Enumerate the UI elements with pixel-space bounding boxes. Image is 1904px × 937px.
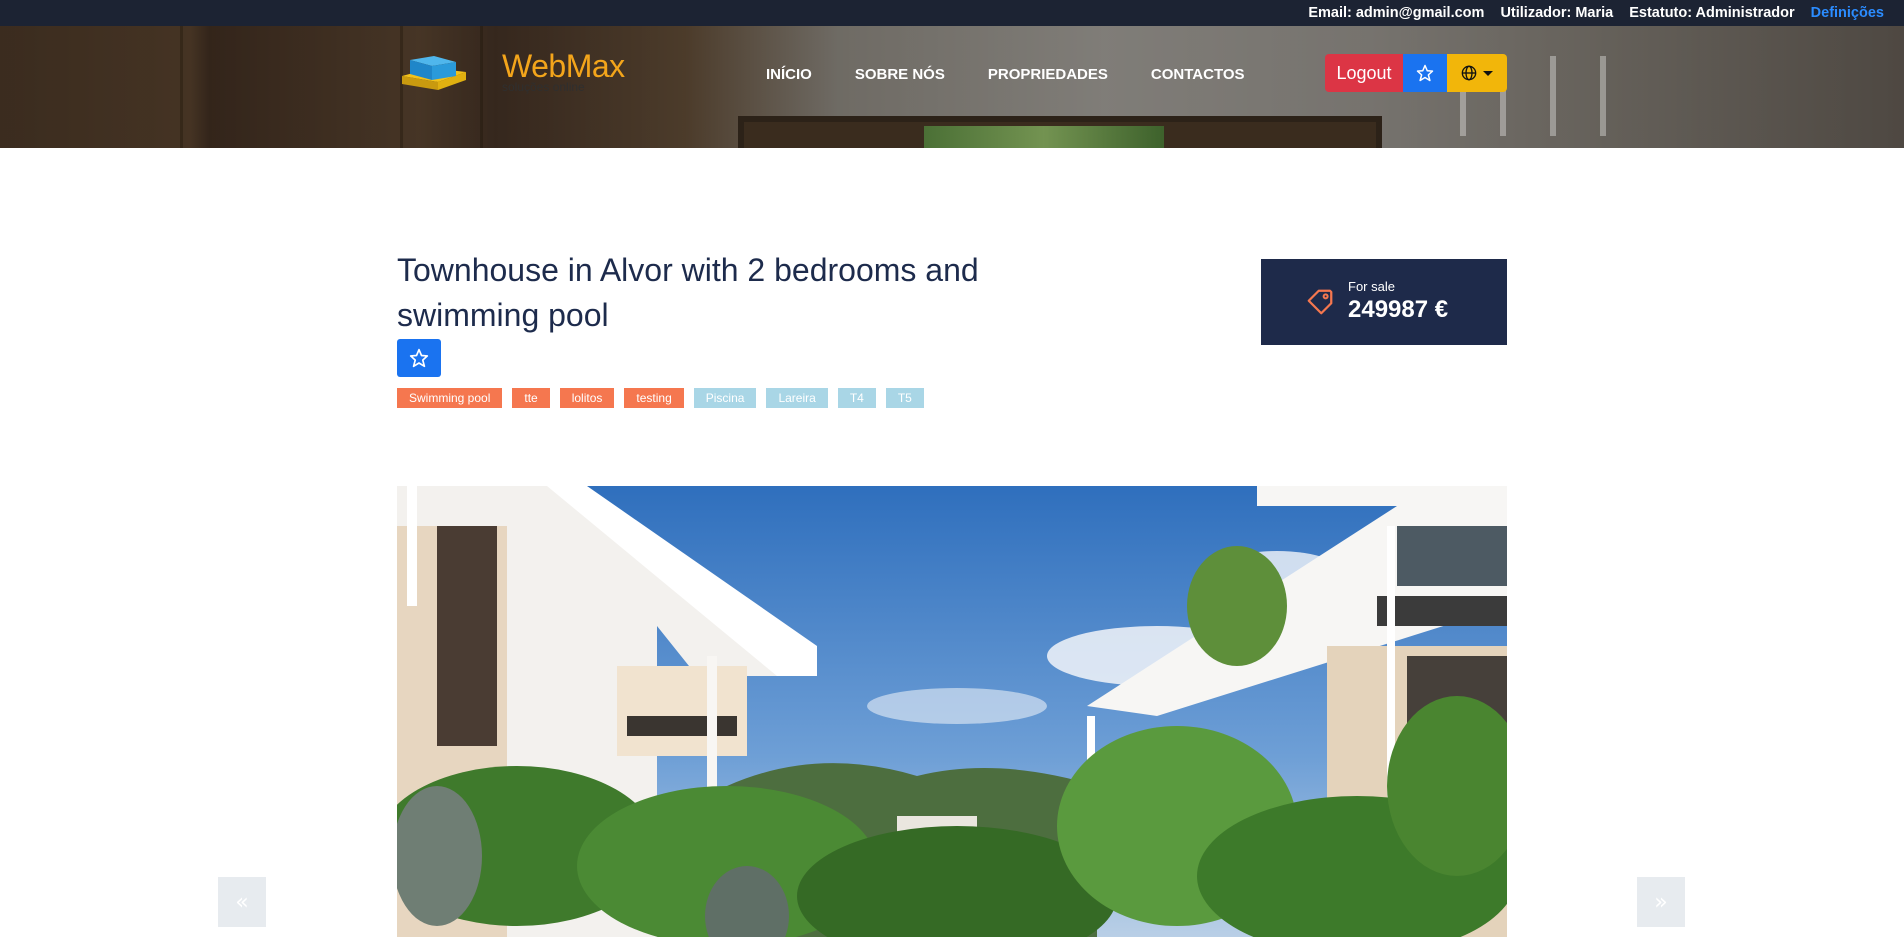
logo-tagline: soluções online [502, 80, 585, 94]
user-email: Email: admin@gmail.com [1308, 5, 1485, 21]
tag-lolitos[interactable]: lolitos [559, 388, 615, 408]
star-icon [409, 348, 429, 368]
property-photo [397, 486, 1507, 937]
chevron-down-icon [1483, 70, 1493, 76]
tag-lareira[interactable]: Lareira [766, 388, 828, 408]
nav-item-sobre-nos[interactable]: SOBRE NÓS [855, 66, 945, 83]
favorites-button[interactable] [1403, 54, 1447, 92]
tag-testing[interactable]: testing [624, 388, 684, 408]
price-status: For sale [1348, 279, 1395, 294]
top-info-bar: Email: admin@gmail.com Utilizador: Maria… [0, 0, 1904, 26]
carousel-next-button[interactable]: » [1637, 877, 1685, 927]
header-bg-detail [180, 26, 183, 148]
property-image [397, 486, 1507, 937]
language-dropdown-button[interactable] [1447, 54, 1507, 92]
site-header: WebMax soluções online INÍCIO SOBRE NÓS … [0, 26, 1904, 148]
main-nav: INÍCIO SOBRE NÓS PROPRIEDADES CONTACTOS [766, 66, 1245, 83]
add-favorite-button[interactable] [397, 339, 441, 377]
tag-t5[interactable]: T5 [885, 388, 924, 408]
tag-swimming-pool[interactable]: Swimming pool [397, 388, 503, 408]
tag-t4[interactable]: T4 [837, 388, 876, 408]
user-status: Estatuto: Administrador [1629, 5, 1795, 21]
tag-tte[interactable]: tte [512, 388, 550, 408]
star-icon [1416, 64, 1434, 82]
site-logo[interactable]: WebMax soluções online [398, 48, 625, 98]
property-title: Townhouse in Alvor with 2 bedrooms and s… [397, 252, 979, 333]
logo-cube-icon [402, 56, 466, 90]
header-bg-window [738, 116, 1382, 148]
tag-piscina[interactable]: Piscina [693, 388, 757, 408]
nav-item-contactos[interactable]: CONTACTOS [1151, 66, 1245, 83]
logout-button[interactable]: Logout [1325, 54, 1403, 92]
nav-item-propriedades[interactable]: PROPRIEDADES [988, 66, 1108, 83]
nav-item-inicio[interactable]: INÍCIO [766, 66, 812, 83]
property-tags: Swimming pool tte lolitos testing Piscin… [397, 388, 924, 408]
globe-icon [1461, 65, 1477, 81]
tag-icon [1307, 289, 1333, 315]
carousel-prev-button[interactable]: « [218, 877, 266, 927]
user-name: Utilizador: Maria [1500, 5, 1614, 21]
settings-link[interactable]: Definições [1811, 5, 1884, 21]
price-box: For sale 249987 € [1261, 259, 1507, 345]
price-value: 249987 € [1348, 296, 1449, 323]
